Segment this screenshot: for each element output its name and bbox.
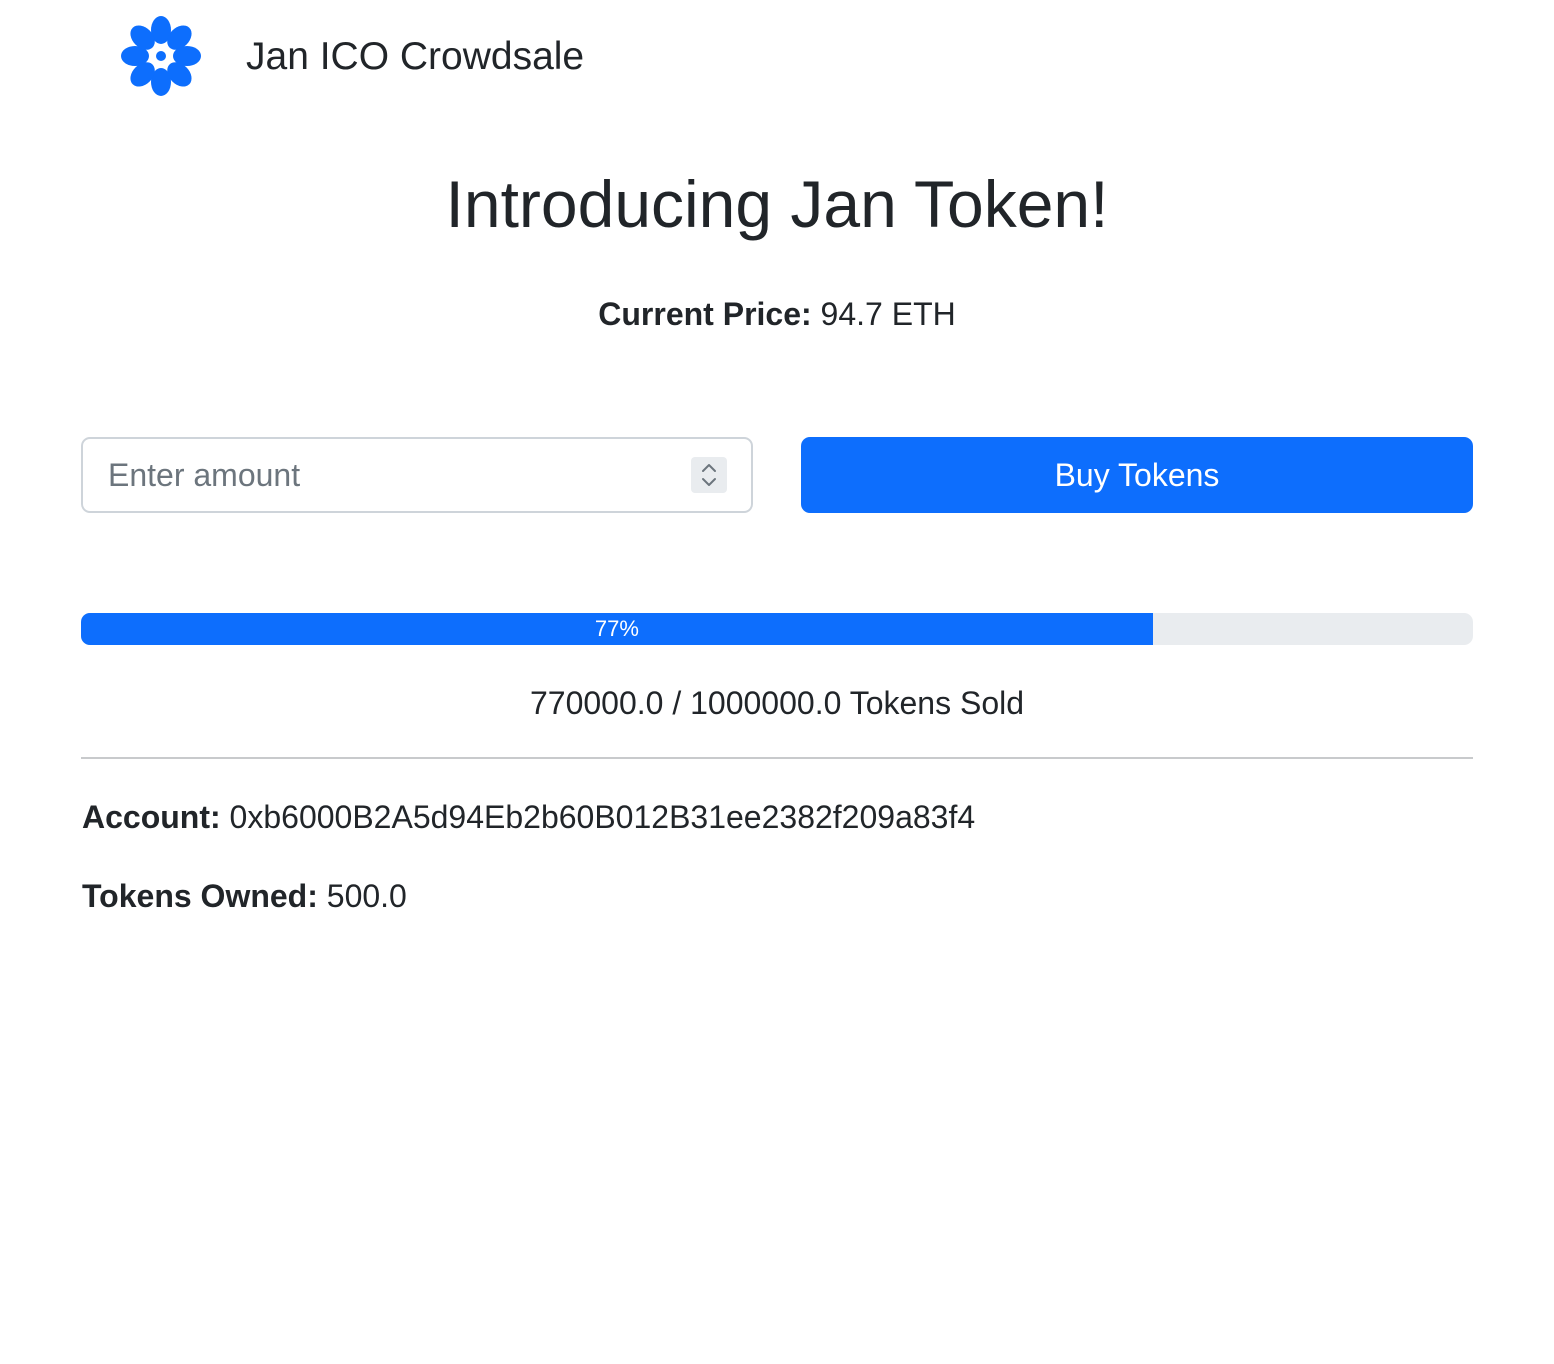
number-stepper-icon[interactable]	[691, 457, 727, 493]
tokens-owned-info: Tokens Owned: 500.0	[82, 876, 407, 916]
navbar: Jan ICO Crowdsale	[0, 0, 1554, 112]
tokens-owned-label: Tokens Owned:	[82, 878, 318, 914]
page-title: Introducing Jan Token!	[445, 167, 1109, 241]
tokens-owned-value: 500.0	[326, 878, 407, 914]
current-price: Current Price: 94.7 ETH	[0, 294, 1554, 334]
account-info: Account: 0xb6000B2A5d94Eb2b60B012B31ee23…	[82, 797, 975, 837]
sale-progress-bar: 77%	[81, 613, 1153, 645]
current-price-label: Current Price:	[598, 296, 812, 332]
divider	[81, 757, 1473, 759]
amount-field[interactable]	[81, 437, 753, 513]
sale-progress: 77%	[81, 613, 1473, 645]
account-label: Account:	[82, 799, 221, 835]
flower-icon[interactable]	[120, 15, 202, 97]
buy-tokens-button[interactable]: Buy Tokens	[801, 437, 1473, 513]
amount-input[interactable]	[83, 439, 683, 511]
current-price-value: 94.7 ETH	[820, 296, 956, 332]
brand-title[interactable]: Jan ICO Crowdsale	[246, 34, 584, 80]
account-address: 0xb6000B2A5d94Eb2b60B012B31ee2382f209a83…	[229, 799, 976, 835]
tokens-sold-text: 770000.0 / 1000000.0 Tokens Sold	[529, 685, 1025, 721]
